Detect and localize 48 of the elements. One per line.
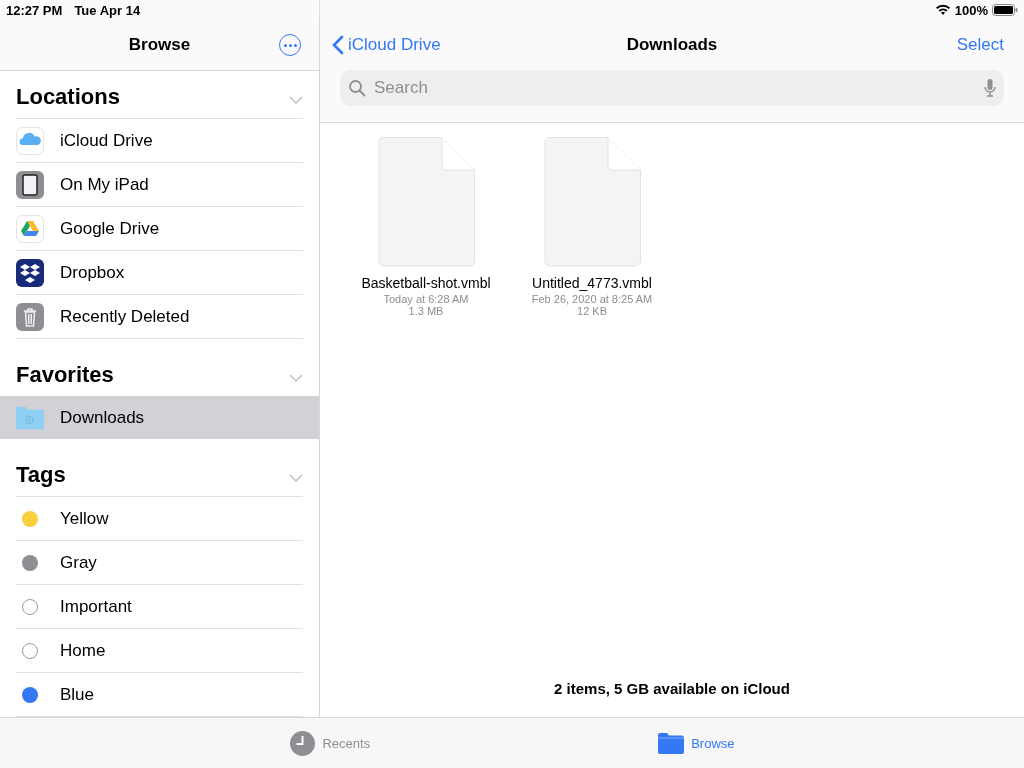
sidebar-item[interactable]: Google Drive xyxy=(16,207,303,252)
battery-percent: 100% xyxy=(954,2,988,18)
battery-icon xyxy=(992,4,1018,16)
storage-summary: 2 items, 5 GB available on iCloud xyxy=(554,680,790,697)
trash-icon xyxy=(16,302,44,331)
triangle-logo-icon xyxy=(16,214,44,243)
page-title: Downloads xyxy=(626,35,718,55)
sidebar-item[interactable]: Important xyxy=(16,585,303,629)
search-bar[interactable]: Search xyxy=(340,70,1004,106)
sidebar-item[interactable]: On My iPad xyxy=(16,163,303,208)
search-icon xyxy=(348,79,366,97)
file-date: Feb 26, 2020 at 8:25 AM xyxy=(531,293,653,305)
microphone-icon[interactable] xyxy=(984,78,996,98)
sidebar-item[interactable]: Home xyxy=(16,629,303,673)
chevron-left-icon xyxy=(332,35,344,55)
sidebar-item[interactable]: Downloads xyxy=(0,396,319,440)
section-title: Tags xyxy=(16,462,66,488)
sidebar-item[interactable]: iCloud Drive xyxy=(16,119,303,164)
file-size: 1.3 MB xyxy=(408,305,444,317)
file-size: 12 KB xyxy=(577,305,607,317)
select-button[interactable]: Select xyxy=(956,35,1004,55)
document-icon[interactable] xyxy=(377,137,475,267)
search-field[interactable]: Search xyxy=(372,77,978,99)
section-title: Locations xyxy=(16,84,120,111)
wifi-icon xyxy=(934,4,951,16)
sidebar-item[interactable]: Recently Deleted xyxy=(16,295,303,340)
folder-icon xyxy=(16,405,44,430)
boxes-logo-icon xyxy=(16,258,44,287)
file-name[interactable]: Basketball-shot.vmbl xyxy=(361,275,491,291)
chevron-icon[interactable] xyxy=(289,374,303,383)
back-button[interactable]: iCloud Drive xyxy=(332,35,441,55)
section-title: Favorites xyxy=(16,362,114,389)
sidebar-item[interactable]: Gray xyxy=(16,541,303,585)
sidebar-title: Browse xyxy=(128,35,191,55)
tab[interactable]: Browse xyxy=(658,732,735,754)
cloud-icon xyxy=(16,126,44,155)
sidebar-item[interactable]: Dropbox xyxy=(16,251,303,296)
clock-icon xyxy=(290,730,316,756)
tablet-icon xyxy=(16,170,44,199)
file-name[interactable]: Untitled_4773.vmbl xyxy=(532,275,652,291)
status-date: Tue Apr 14 xyxy=(74,2,141,18)
chevron-icon[interactable] xyxy=(289,474,303,482)
folder-icon xyxy=(658,732,685,754)
file-date: Today at 6:28 AM xyxy=(383,293,469,305)
sidebar-item[interactable]: Yellow xyxy=(16,497,303,541)
status-time: 12:27 PM xyxy=(6,2,63,18)
document-icon[interactable] xyxy=(543,137,641,267)
chevron-icon[interactable] xyxy=(289,96,303,105)
